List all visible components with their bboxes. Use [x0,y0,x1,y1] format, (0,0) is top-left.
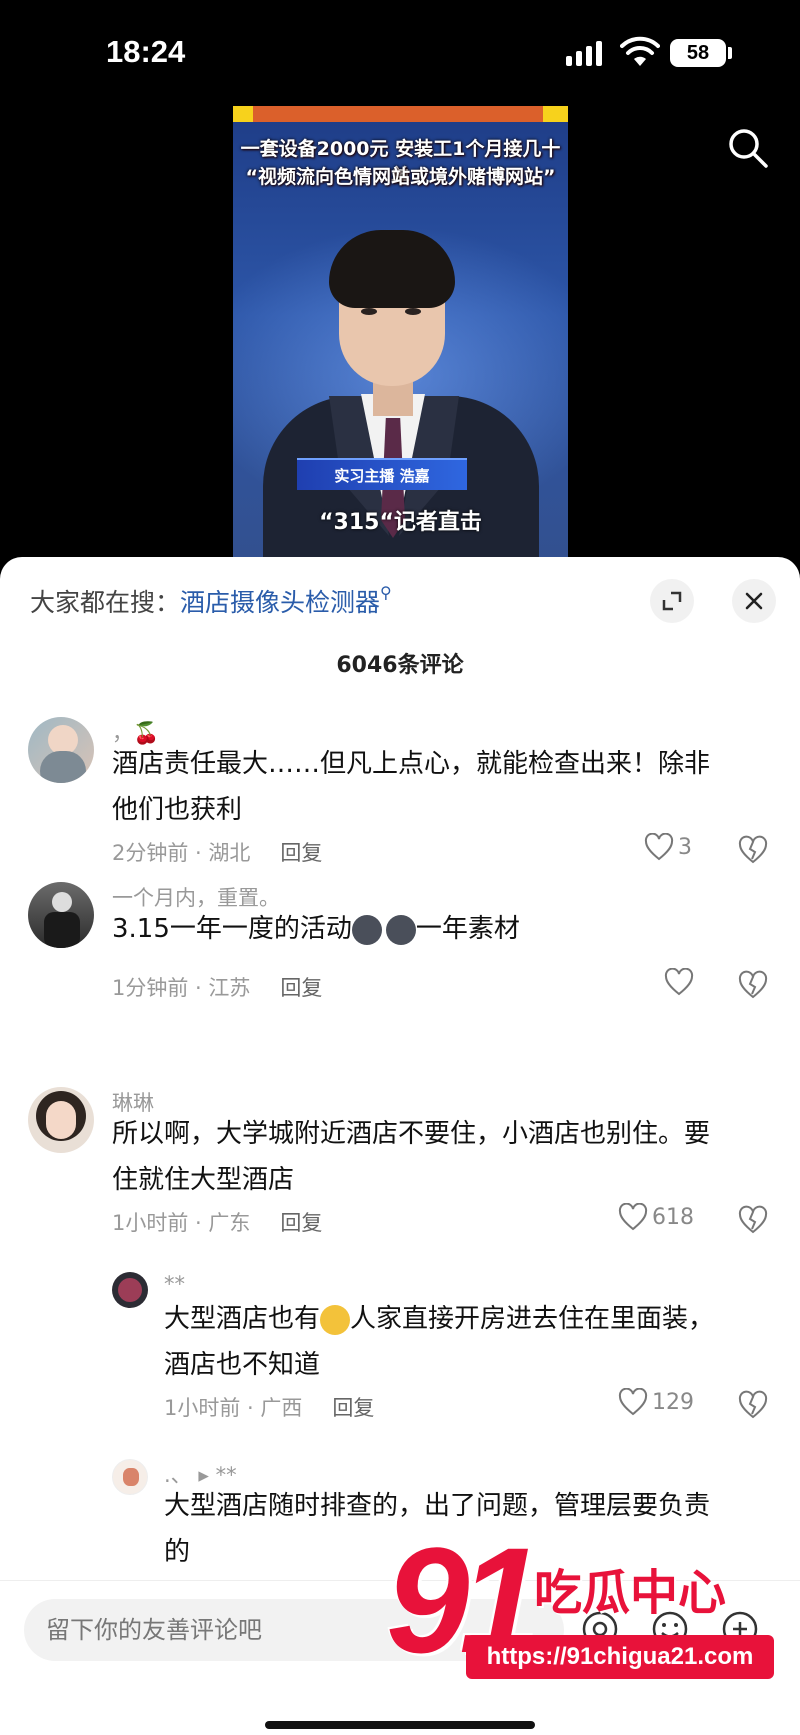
reply-button[interactable]: 回复 [280,1211,322,1235]
like-count: 3 [678,834,692,860]
reply-text-line: 酒店也不知道 [164,1350,321,1380]
reply-button[interactable]: 回复 [280,976,322,1000]
broken-heart-icon[interactable] [738,1205,768,1235]
comment-text-part: 3.15一年一度的活动 [112,914,352,944]
heart-icon [644,833,674,861]
video-player[interactable]: 一套设备2000元 安装工1个月接几十单 “视频流向色情网站或境外赌博网站” 实… [0,100,800,570]
like-count: 618 [652,1204,694,1230]
reply-time-location: 1小时前 · 广西 [164,1396,303,1420]
battery-level: 58 [670,39,726,67]
like-count: 129 [652,1389,694,1415]
like-button[interactable] [664,968,694,996]
comment-text-line: 他们也获利 [112,795,243,825]
watermark-url: https://91chigua21.com [466,1635,774,1679]
reply-meta: 1小时前 · 广西 回复 [164,1392,374,1422]
anchor-hair [329,230,455,308]
status-time: 18:24 [106,34,186,69]
reply-button[interactable]: 回复 [332,1396,374,1420]
comment-text-line: 住就住大型酒店 [112,1165,295,1195]
comment-meta: 1分钟前 · 江苏 回复 [112,972,322,1002]
reply-button[interactable]: 回复 [280,841,322,865]
reply-username[interactable]: ** [164,1272,185,1296]
husky-emoji-icon [385,914,416,945]
heart-icon [618,1203,648,1231]
wifi-icon [620,36,660,66]
status-bar: 18:24 58 [0,0,800,100]
like-button[interactable]: 129 [618,1388,694,1416]
video-subtitle: “315“记者直击 [319,510,482,535]
reply-text-part: 人家直接开房进去住在里面装， [350,1304,715,1334]
battery-tip [728,47,732,59]
like-button[interactable]: 3 [644,833,692,861]
avatar[interactable] [28,1087,94,1153]
comment-meta: 1小时前 · 广东 回复 [112,1207,322,1237]
avatar[interactable] [28,717,94,783]
search-suggestion[interactable]: 大家都在搜：酒店摄像头检测器⚲ [30,583,392,619]
heart-icon [664,968,694,996]
heart-icon [618,1388,648,1416]
reply-text-part: 大型酒店也有 [164,1304,321,1334]
cellular-signal-icon [566,40,602,66]
video-headline-2: “视频流向色情网站或境外赌博网站” [245,166,556,188]
close-button[interactable] [732,579,776,623]
broken-heart-icon[interactable] [738,1390,768,1420]
comment-panel-header: 大家都在搜：酒店摄像头检测器⚲ 6046条评论 [0,557,800,687]
comment-time-location: 1小时前 · 广东 [112,1211,251,1235]
broken-heart-icon[interactable] [738,970,768,1000]
husky-emoji-icon [351,914,382,945]
comment-count: 6046条评论 [336,653,464,678]
close-icon [745,592,763,610]
comment-text: 酒店责任最大……但凡上点心，就能检查出来！除非 他们也获利 [112,741,710,833]
expand-button[interactable] [650,579,694,623]
avatar[interactable] [28,882,94,948]
avatar[interactable] [112,1459,148,1495]
like-button[interactable]: 618 [618,1203,694,1231]
comment-text-part: 一年素材 [415,914,520,944]
thinking-emoji-icon [320,1304,351,1335]
comment-text: 所以啊，大学城附近酒店不要住，小酒店也别住。要 住就住大型酒店 [112,1111,710,1203]
comment-text: 3.15一年一度的活动 一年素材 [112,906,520,952]
video-top-banner [233,106,568,122]
search-icon[interactable] [724,124,772,172]
comment-time-location: 2分钟前 · 湖北 [112,841,251,865]
watermark-logo: 91 吃瓜中心 https://91chigua21.com [386,1525,786,1685]
broken-heart-icon[interactable] [738,835,768,865]
comment-meta: 2分钟前 · 湖北 回复 [112,837,322,867]
expand-icon [662,591,682,611]
search-suggestion-prefix: 大家都在搜： [30,588,181,617]
comment-text-line: 酒店责任最大……但凡上点心，就能检查出来！除非 [112,749,711,779]
video-frame[interactable]: 一套设备2000元 安装工1个月接几十单 “视频流向色情网站或境外赌博网站” 实… [233,106,568,570]
small-search-icon: ⚲ [380,583,392,602]
home-indicator [265,1721,535,1729]
search-suggestion-term[interactable]: 酒店摄像头检测器 [180,588,380,617]
comment-text-line: 所以啊，大学城附近酒店不要住，小酒店也别住。要 [112,1119,711,1149]
watermark-title: 吃瓜中心 [534,1565,727,1621]
avatar[interactable] [112,1272,148,1308]
comment-time-location: 1分钟前 · 江苏 [112,976,251,1000]
anchor-nameplate: 实习主播 浩嘉 [297,458,467,490]
reply-text: 大型酒店也有 人家直接开房进去住在里面装， 酒店也不知道 [164,1296,714,1388]
